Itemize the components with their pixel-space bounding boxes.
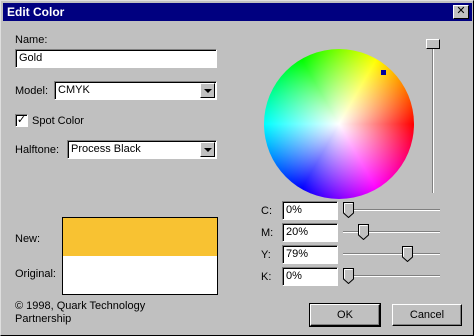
- cyan-slider-track[interactable]: [343, 209, 440, 211]
- yellow-slider-thumb[interactable]: [402, 246, 413, 262]
- black-slider-thumb[interactable]: [343, 268, 354, 284]
- magenta-slider-thumb[interactable]: [358, 224, 369, 240]
- brightness-slider-thumb[interactable]: [426, 39, 440, 49]
- black-slider-track[interactable]: [343, 275, 440, 277]
- magenta-label: M:: [261, 227, 274, 239]
- spot-color-label: Spot Color: [32, 115, 84, 127]
- color-wheel[interactable]: [264, 49, 414, 199]
- cyan-label: C:: [261, 205, 272, 217]
- name-label-text: Name:: [15, 34, 48, 46]
- hue-saturation-wheel[interactable]: [264, 49, 414, 199]
- ok-button[interactable]: OK: [309, 303, 381, 327]
- color-picker-marker[interactable]: [381, 70, 386, 75]
- model-label: Model:: [15, 85, 49, 97]
- new-label: New:: [15, 233, 41, 245]
- black-input[interactable]: 0%: [282, 267, 338, 286]
- model-value: CMYK: [58, 84, 90, 96]
- close-icon[interactable]: ✕: [453, 5, 469, 19]
- name-input[interactable]: Gold: [15, 49, 217, 68]
- cyan-input[interactable]: 0%: [282, 201, 338, 220]
- original-label: Original:: [15, 268, 56, 280]
- spot-color-checkbox[interactable]: ✓: [15, 114, 28, 127]
- edit-color-dialog: Edit Color ✕ Name: Gold Model: CMYK ✓ Sp…: [0, 0, 474, 336]
- chevron-down-icon[interactable]: [200, 83, 215, 98]
- cancel-button[interactable]: Cancel: [392, 304, 462, 326]
- yellow-slider-track[interactable]: [343, 253, 440, 255]
- dialog-title: Edit Color: [7, 5, 65, 19]
- chevron-down-icon[interactable]: [200, 142, 215, 157]
- model-dropdown[interactable]: CMYK: [54, 81, 217, 100]
- brightness-track[interactable]: [432, 43, 434, 193]
- magenta-input[interactable]: 20%: [282, 223, 338, 242]
- cyan-slider-thumb[interactable]: [343, 202, 354, 218]
- halftone-value: Process Black: [71, 143, 141, 155]
- halftone-dropdown[interactable]: Process Black: [67, 140, 217, 159]
- name-label: Name:: [15, 34, 47, 46]
- copyright-text: © 1998, Quark Technology Partnership: [15, 300, 146, 325]
- yellow-input[interactable]: 79%: [282, 245, 338, 264]
- yellow-label: Y:: [261, 249, 271, 261]
- halftone-label: Halftone:: [15, 144, 60, 156]
- black-label: K:: [261, 271, 272, 283]
- swatch-frame: [62, 217, 218, 295]
- title-bar[interactable]: Edit Color ✕: [3, 3, 472, 21]
